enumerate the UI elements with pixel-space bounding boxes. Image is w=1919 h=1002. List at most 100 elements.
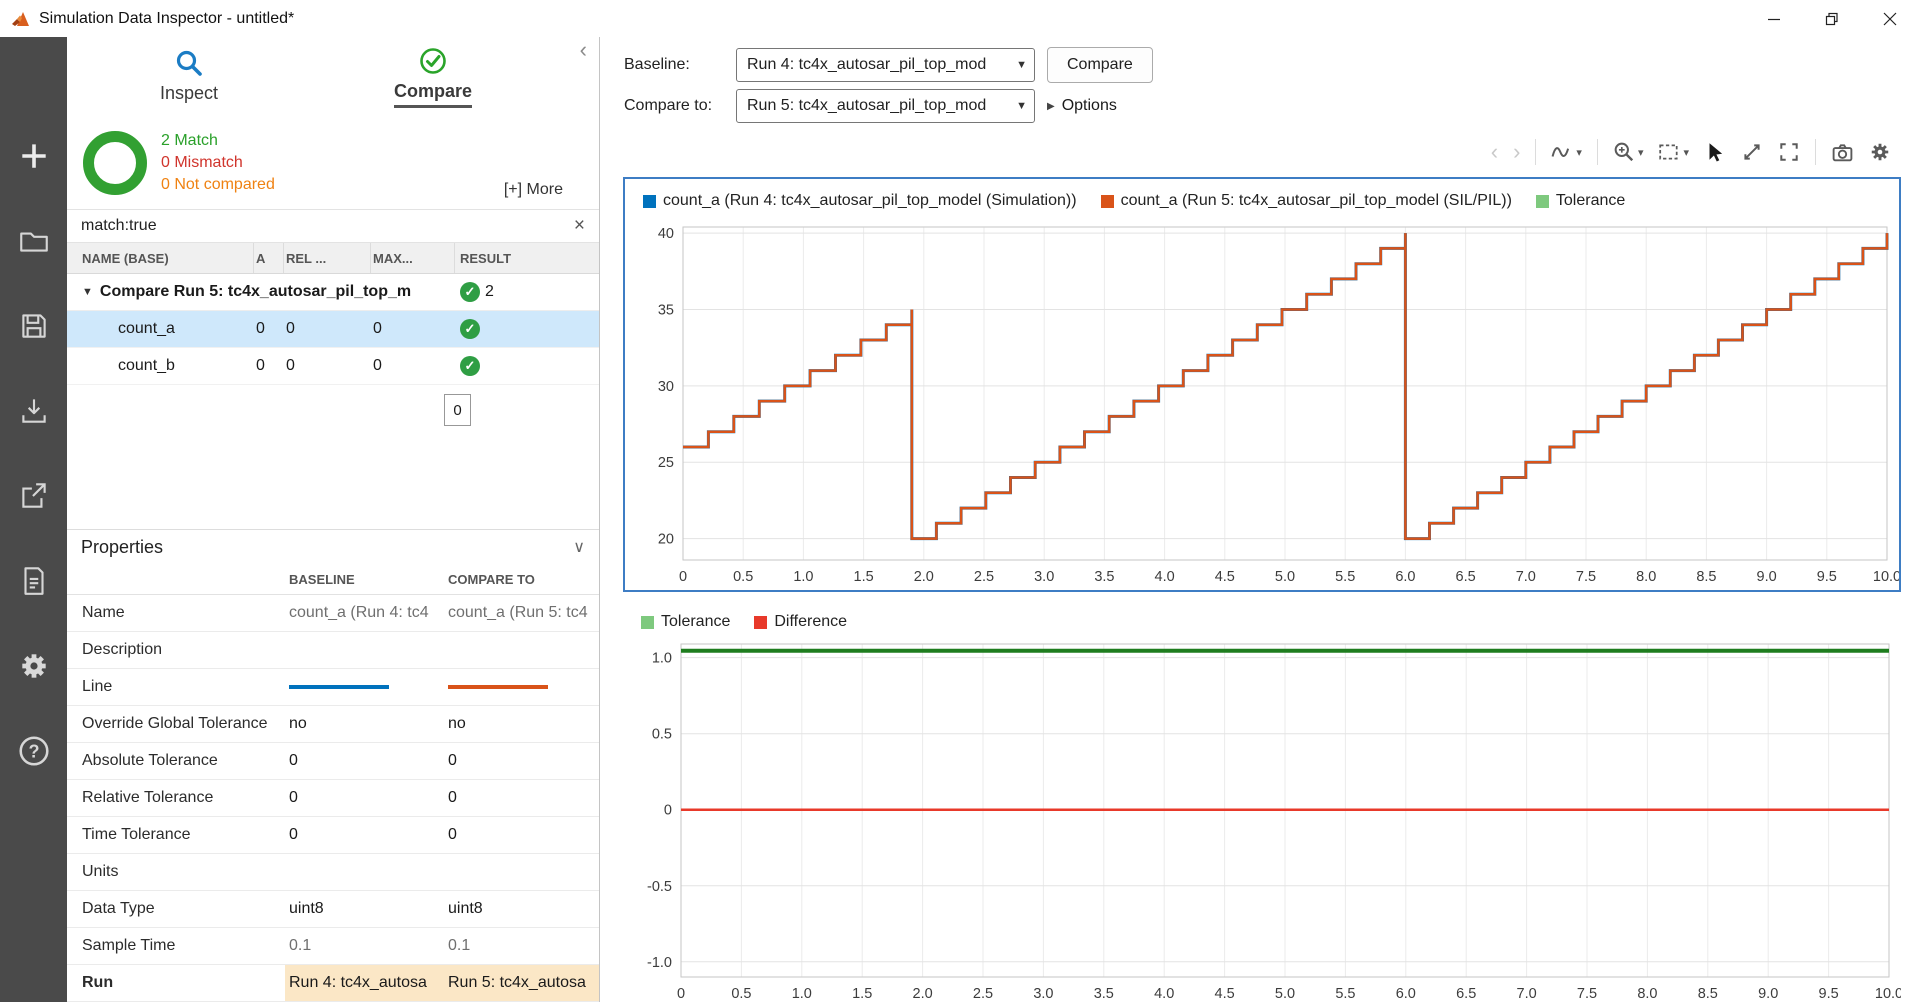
difference-chart[interactable]: ToleranceDifference 00.51.01.52.02.53.03… — [623, 604, 1901, 1002]
properties-header[interactable]: Properties ∨ — [67, 530, 599, 564]
x-tick-label: 1.5 — [854, 569, 874, 585]
property-row: Namecount_a (Run 4: tc4count_a (Run 5: t… — [67, 595, 599, 632]
result-value-cell: 0 — [254, 357, 284, 375]
tab-inspect-label: Inspect — [160, 83, 218, 107]
property-compare-cell: no — [444, 706, 599, 742]
add-button[interactable] — [0, 113, 67, 198]
results-column-header: REL ... — [284, 243, 371, 273]
chart2-plot-svg[interactable]: 00.51.01.52.02.53.03.54.04.55.05.56.06.5… — [623, 640, 1901, 1002]
property-label: Sample Time — [67, 928, 285, 964]
legend-swatch — [641, 616, 654, 629]
comparison-summary: 2 Match 0 Mismatch 0 Not compared [+] Mo… — [67, 117, 599, 209]
legend-item: Difference — [754, 613, 847, 631]
property-label: Run — [67, 965, 285, 1001]
property-label: Relative Tolerance — [67, 780, 285, 816]
status-pass-icon: ✓ — [460, 282, 480, 302]
property-baseline-cell — [285, 669, 444, 705]
pointer-tool-button[interactable] — [1704, 141, 1726, 163]
x-tick-label: 3.5 — [1094, 986, 1114, 1002]
left-icon-rail: ? — [0, 37, 67, 1002]
zoom-button[interactable]: ▾ — [1613, 141, 1644, 163]
baseline-select[interactable]: Run 4: tc4x_autosar_pil_top_mod ▼ — [736, 48, 1035, 82]
minimize-button[interactable] — [1745, 0, 1803, 37]
x-tick-label: 9.0 — [1758, 986, 1778, 1002]
result-value-cell: 0 — [284, 320, 371, 338]
x-tick-label: 1.0 — [792, 986, 812, 1002]
properties-title: Properties — [81, 537, 163, 558]
chart1-plot: 00.51.01.52.02.53.03.54.04.55.05.56.06.5… — [625, 223, 1899, 595]
comparison-chart[interactable]: count_a (Run 4: tc4x_autosar_pil_top_mod… — [623, 177, 1901, 592]
property-compare-cell: 0.1 — [444, 928, 599, 964]
restore-button[interactable] — [1803, 0, 1861, 37]
comparison-group-row[interactable]: ▼ Compare Run 5: tc4x_autosar_pil_top_m … — [67, 274, 599, 311]
y-tick-label: 35 — [658, 302, 674, 318]
save-button[interactable] — [0, 283, 67, 368]
export-button[interactable] — [0, 453, 67, 538]
plot-panel: Baseline: Run 4: tc4x_autosar_pil_top_mo… — [600, 37, 1919, 1002]
property-label: Override Global Tolerance — [67, 706, 285, 742]
tab-compare[interactable]: Compare — [311, 37, 555, 117]
report-button[interactable] — [0, 538, 67, 623]
signal-name: count_a — [67, 320, 254, 338]
next-button[interactable]: › — [1513, 139, 1520, 165]
chevron-left-icon: ‹ — [1491, 139, 1498, 165]
prev-button[interactable]: ‹ — [1491, 139, 1498, 165]
property-compare-cell — [444, 669, 599, 705]
legend-swatch — [643, 195, 656, 208]
property-baseline-cell: count_a (Run 4: tc4 — [285, 595, 444, 631]
result-status-cell: ✓ — [455, 319, 599, 339]
more-link[interactable]: [+] More — [504, 181, 563, 199]
signal-tools-button[interactable]: ▾ — [1551, 142, 1582, 162]
property-label: Line — [67, 669, 285, 705]
x-tick-label: 4.0 — [1155, 569, 1175, 585]
property-compare-cell: 0 — [444, 780, 599, 816]
result-row[interactable]: count_a000✓ — [67, 311, 599, 348]
expand-button[interactable] — [1741, 141, 1763, 163]
tab-inspect[interactable]: Inspect — [67, 37, 311, 117]
results-rows: count_a000✓count_b000✓ — [67, 311, 599, 385]
cursor-icon — [1704, 141, 1726, 163]
options-toggle[interactable]: ▶ Options — [1047, 97, 1117, 115]
legend-item: Tolerance — [641, 613, 730, 631]
result-row[interactable]: count_b000✓ — [67, 348, 599, 385]
compare-check-icon — [418, 46, 448, 76]
plot-settings-button[interactable] — [1869, 141, 1891, 163]
value-box[interactable]: 0 — [444, 394, 471, 426]
property-row: Sample Time0.10.1 — [67, 928, 599, 965]
close-button[interactable] — [1861, 0, 1919, 37]
import-button[interactable] — [0, 368, 67, 453]
fullscreen-button[interactable] — [1778, 141, 1800, 163]
x-tick-label: 3.0 — [1034, 569, 1054, 585]
window-controls — [1745, 0, 1919, 37]
mode-tabs: Inspect Compare ‹ — [67, 37, 599, 117]
summary-ring — [83, 131, 147, 195]
property-baseline-cell: 0 — [285, 743, 444, 779]
open-button[interactable] — [0, 198, 67, 283]
fullscreen-icon — [1778, 141, 1800, 163]
not-compared-count: 0 Not compared — [161, 174, 275, 196]
triangle-right-icon: ▶ — [1047, 101, 1055, 112]
expander-icon[interactable]: ▼ — [82, 286, 93, 298]
property-label: Units — [67, 854, 285, 890]
property-label: Name — [67, 595, 285, 631]
compare-to-select[interactable]: Run 5: tc4x_autosar_pil_top_mod ▼ — [736, 89, 1035, 123]
y-tick-label: -0.5 — [647, 879, 672, 895]
help-button[interactable]: ? — [0, 708, 67, 793]
x-tick-label: 4.0 — [1154, 986, 1174, 1002]
region-select-button[interactable]: ▾ — [1658, 142, 1689, 162]
wave-icon — [1551, 142, 1573, 162]
filter-query[interactable]: match:true — [81, 217, 157, 235]
snapshot-button[interactable] — [1831, 142, 1854, 162]
filter-bar[interactable]: match:true × — [67, 209, 599, 243]
document-icon — [17, 564, 51, 598]
clear-filter-icon[interactable]: × — [574, 215, 585, 237]
collapse-panel-icon[interactable]: ‹ — [580, 37, 587, 63]
chart1-plot-svg[interactable]: 00.51.01.52.02.53.03.54.04.55.05.56.06.5… — [625, 223, 1899, 590]
property-row: Override Global Tolerancenono — [67, 706, 599, 743]
legend-label: Tolerance — [1556, 192, 1625, 210]
compare-button[interactable]: Compare — [1047, 47, 1153, 83]
chevron-down-icon[interactable]: ∨ — [573, 537, 585, 557]
property-baseline-cell — [285, 632, 444, 668]
app-logo-icon — [10, 9, 30, 29]
preferences-button[interactable] — [0, 623, 67, 708]
